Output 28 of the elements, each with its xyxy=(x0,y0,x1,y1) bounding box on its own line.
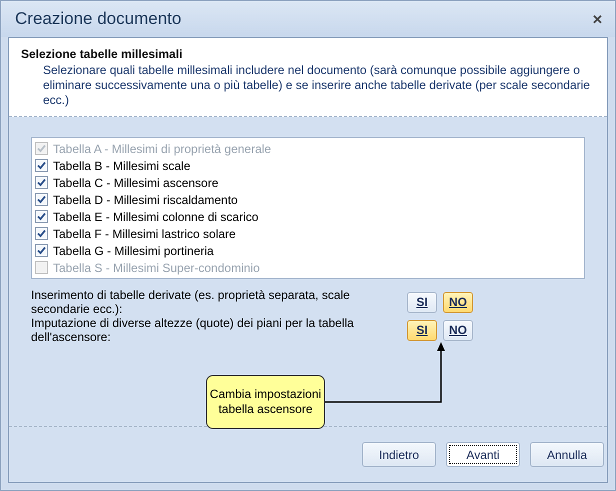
checkbox-label: Tabella E - Millesimi colonne di scarico xyxy=(53,210,258,224)
checkbox[interactable] xyxy=(35,210,48,223)
checkbox[interactable] xyxy=(35,244,48,257)
toggle-button[interactable]: NO xyxy=(443,292,473,312)
checkbox[interactable] xyxy=(35,227,48,240)
checkbox-label: Tabella F - Millesimi lastrico solare xyxy=(53,226,236,240)
callout-note: Cambia impostazioni tabella ascensore xyxy=(206,375,325,429)
checkbox[interactable] xyxy=(35,193,48,206)
checkbox-label: Tabella B - Millesimi scale xyxy=(53,158,190,172)
checkbox-label: Tabella C - Millesimi ascensore xyxy=(53,176,218,190)
checkbox-label: Tabella D - Millesimi riscaldamento xyxy=(53,192,238,206)
toggle-button[interactable]: SI xyxy=(407,320,437,340)
nav-button[interactable]: Avanti xyxy=(446,442,520,467)
checkbox-label: Tabella G - Millesimi portineria xyxy=(53,244,214,258)
checkbox[interactable] xyxy=(35,176,48,189)
toggle-button[interactable]: NO xyxy=(443,320,473,340)
checkbox[interactable] xyxy=(35,159,48,172)
checkbox-label: Tabella A - Millesimi di proprietà generale xyxy=(53,142,272,156)
header-title: Selezione tabelle millesimali xyxy=(21,47,184,61)
header-description: Selezionare quali tabelle millesimali includere nel documento (sarà comunque possibile aggiungere o eliminare successivamente una o più tabelle) e se inserire anche tabelle derivate (per scale secondarie ecc.) xyxy=(42,63,591,108)
close-button[interactable]: ✕ xyxy=(592,12,603,26)
nav-button[interactable]: Indietro xyxy=(362,442,436,467)
toggle-button[interactable]: SI xyxy=(407,292,437,312)
checkbox-label: Tabella S - Millesimi Super-condominio xyxy=(53,260,260,274)
option-label: Inserimento di tabelle derivate (es. proprietà separata, scale secondarie ecc.): xyxy=(31,288,351,316)
nav-button[interactable]: Annulla xyxy=(530,442,604,467)
option-label: Imputazione di diverse altezze (quote) dei piani per la tabella dell'ascensore: xyxy=(31,316,355,344)
window-title: Creazione documento xyxy=(15,9,182,29)
